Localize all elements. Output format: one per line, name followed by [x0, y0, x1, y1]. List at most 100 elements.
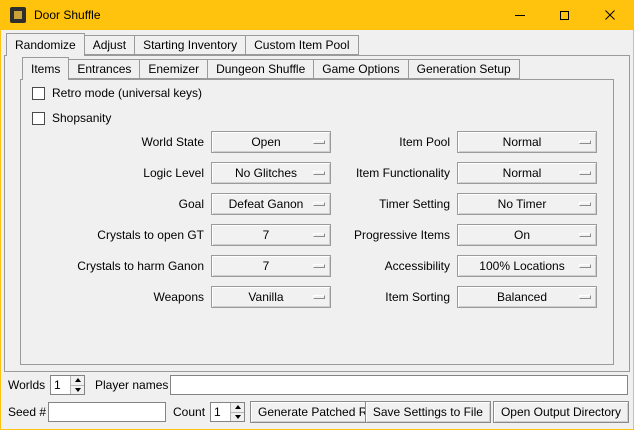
timer-setting-row: Timer Setting No Timer	[340, 193, 598, 215]
progressive-items-dropdown[interactable]: On	[457, 224, 597, 246]
count-spin-up-button[interactable]	[231, 403, 244, 413]
world-state-label: World State	[20, 131, 204, 153]
retro-mode-label: Retro mode (universal keys)	[52, 86, 202, 100]
window-controls	[497, 0, 632, 30]
seed-input[interactable]	[48, 402, 166, 422]
count-spin-buttons	[230, 403, 244, 421]
minimize-button[interactable]	[497, 0, 542, 30]
item-functionality-row: Item Functionality Normal	[340, 162, 598, 184]
goal-label: Goal	[20, 193, 204, 215]
window-title: Door Shuffle	[34, 8, 101, 22]
shopsanity-checkbox-row[interactable]: Shopsanity	[32, 110, 111, 126]
world-state-dropdown[interactable]: Open	[211, 131, 331, 153]
inner-tabstrip: Items Entrances Enemizer Dungeon Shuffle…	[22, 56, 520, 79]
worlds-spin-up-button[interactable]	[71, 376, 84, 386]
item-pool-row: Item Pool Normal	[340, 131, 598, 153]
dropdown-indicator-icon	[313, 171, 325, 175]
accessibility-dropdown[interactable]: 100% Locations	[457, 255, 597, 277]
dropdown-indicator-icon	[313, 140, 325, 144]
item-functionality-dropdown[interactable]: Normal	[457, 162, 597, 184]
accessibility-row: Accessibility 100% Locations	[340, 255, 598, 277]
player-names-label: Player names	[95, 375, 168, 395]
retro-mode-checkbox-row[interactable]: Retro mode (universal keys)	[32, 85, 202, 101]
player-names-input[interactable]	[170, 375, 628, 395]
item-functionality-label: Item Functionality	[340, 162, 450, 184]
outer-tabstrip: Randomize Adjust Starting Inventory Cust…	[6, 32, 359, 55]
dropdown-indicator-icon	[579, 202, 591, 206]
dropdown-indicator-icon	[579, 171, 591, 175]
dropdown-indicator-icon	[313, 233, 325, 237]
door-shuffle-window: Door Shuffle Randomize Adjust Starting I…	[0, 0, 634, 430]
dropdown-indicator-icon	[313, 295, 325, 299]
dropdown-indicator-icon	[579, 233, 591, 237]
crystals-gt-row: Crystals to open GT 7	[20, 224, 332, 246]
app-icon	[10, 7, 26, 23]
dropdown-indicator-icon	[579, 140, 591, 144]
world-state-row: World State Open	[20, 131, 332, 153]
count-spinbox[interactable]	[210, 402, 245, 422]
tab-entrances[interactable]: Entrances	[68, 59, 140, 79]
tab-generation-setup[interactable]: Generation Setup	[408, 59, 520, 79]
worlds-spin-buttons	[70, 376, 84, 394]
retro-mode-checkbox[interactable]	[32, 87, 45, 100]
tab-game-options[interactable]: Game Options	[313, 59, 408, 79]
item-sorting-dropdown[interactable]: Balanced	[457, 286, 597, 308]
count-label: Count	[173, 402, 205, 422]
weapons-dropdown[interactable]: Vanilla	[211, 286, 331, 308]
progressive-items-row: Progressive Items On	[340, 224, 598, 246]
tab-randomize[interactable]: Randomize	[6, 33, 85, 56]
up-arrow-icon	[75, 378, 81, 382]
count-spin-down-button[interactable]	[231, 413, 244, 422]
tab-items[interactable]: Items	[22, 57, 69, 80]
weapons-label: Weapons	[20, 286, 204, 308]
worlds-spin-down-button[interactable]	[71, 386, 84, 395]
dropdown-indicator-icon	[579, 264, 591, 268]
count-spinbox-input[interactable]	[211, 403, 230, 421]
item-sorting-label: Item Sorting	[340, 286, 450, 308]
accessibility-label: Accessibility	[340, 255, 450, 277]
timer-setting-dropdown[interactable]: No Timer	[457, 193, 597, 215]
dropdown-indicator-icon	[579, 295, 591, 299]
crystals-ganon-label: Crystals to harm Ganon	[20, 255, 204, 277]
crystals-ganon-dropdown[interactable]: 7	[211, 255, 331, 277]
close-icon	[605, 10, 615, 20]
item-sorting-row: Item Sorting Balanced	[340, 286, 598, 308]
open-output-directory-button[interactable]: Open Output Directory	[493, 401, 629, 423]
tab-starting-inventory[interactable]: Starting Inventory	[134, 35, 246, 55]
bottom-right-buttons: Save Settings to File Open Output Direct…	[365, 401, 629, 423]
up-arrow-icon	[235, 405, 241, 409]
goal-row: Goal Defeat Ganon	[20, 193, 332, 215]
worlds-spinbox-input[interactable]	[51, 376, 70, 394]
dropdown-indicator-icon	[313, 264, 325, 268]
worlds-label: Worlds	[8, 375, 45, 395]
goal-dropdown[interactable]: Defeat Ganon	[211, 193, 331, 215]
item-pool-label: Item Pool	[340, 131, 450, 153]
logic-level-dropdown[interactable]: No Glitches	[211, 162, 331, 184]
logic-level-row: Logic Level No Glitches	[20, 162, 332, 184]
tab-dungeon-shuffle[interactable]: Dungeon Shuffle	[207, 59, 314, 79]
down-arrow-icon	[235, 415, 241, 419]
timer-setting-label: Timer Setting	[340, 193, 450, 215]
maximize-icon	[560, 11, 569, 20]
progressive-items-label: Progressive Items	[340, 224, 450, 246]
logic-level-label: Logic Level	[20, 162, 204, 184]
worlds-spinbox[interactable]	[50, 375, 85, 395]
minimize-icon	[515, 15, 525, 16]
down-arrow-icon	[75, 388, 81, 392]
crystals-gt-label: Crystals to open GT	[20, 224, 204, 246]
tab-adjust[interactable]: Adjust	[84, 35, 135, 55]
seed-label: Seed #	[8, 402, 46, 422]
shopsanity-label: Shopsanity	[52, 111, 111, 125]
maximize-button[interactable]	[542, 0, 587, 30]
crystals-ganon-row: Crystals to harm Ganon 7	[20, 255, 332, 277]
tab-enemizer[interactable]: Enemizer	[139, 59, 208, 79]
save-settings-button[interactable]: Save Settings to File	[365, 401, 491, 423]
close-button[interactable]	[587, 0, 632, 30]
crystals-gt-dropdown[interactable]: 7	[211, 224, 331, 246]
dropdown-indicator-icon	[313, 202, 325, 206]
weapons-row: Weapons Vanilla	[20, 286, 332, 308]
tab-custom-item-pool[interactable]: Custom Item Pool	[245, 35, 358, 55]
item-pool-dropdown[interactable]: Normal	[457, 131, 597, 153]
titlebar[interactable]: Door Shuffle	[0, 0, 634, 30]
shopsanity-checkbox[interactable]	[32, 112, 45, 125]
